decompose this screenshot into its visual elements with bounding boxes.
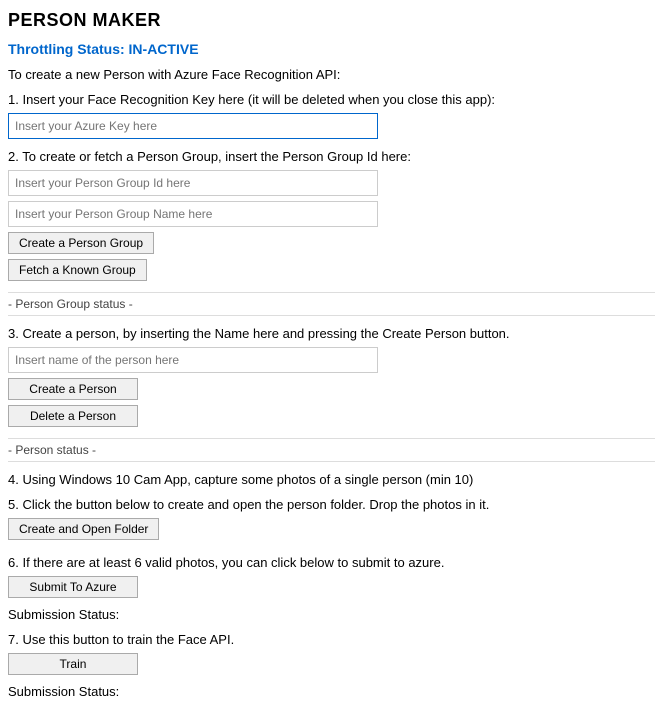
- step7-label: 7. Use this button to train the Face API…: [8, 632, 655, 647]
- step6-label: 6. If there are at least 6 valid photos,…: [8, 555, 655, 570]
- step5-label: 5. Click the button below to create and …: [8, 497, 655, 512]
- create-open-folder-button[interactable]: Create and Open Folder: [8, 518, 159, 540]
- intro-text: To create a new Person with Azure Face R…: [8, 67, 655, 82]
- throttling-status: Throttling Status: IN-ACTIVE: [8, 41, 655, 57]
- fetch-known-group-button[interactable]: Fetch a Known Group: [8, 259, 147, 281]
- delete-person-button[interactable]: Delete a Person: [8, 405, 138, 427]
- step1-label: 1. Insert your Face Recognition Key here…: [8, 92, 655, 107]
- person-name-input[interactable]: [8, 347, 378, 373]
- step3-label: 3. Create a person, by inserting the Nam…: [8, 326, 655, 341]
- person-status: - Person status -: [8, 438, 655, 462]
- person-group-name-input[interactable]: [8, 201, 378, 227]
- train-button[interactable]: Train: [8, 653, 138, 675]
- azure-key-input[interactable]: [8, 113, 378, 139]
- create-person-button[interactable]: Create a Person: [8, 378, 138, 400]
- person-group-id-input[interactable]: [8, 170, 378, 196]
- create-person-group-button[interactable]: Create a Person Group: [8, 232, 154, 254]
- app-title: PERSON MAKER: [8, 10, 655, 31]
- step4-label: 4. Using Windows 10 Cam App, capture som…: [8, 472, 655, 487]
- step6-submission-status-label: Submission Status:: [8, 607, 655, 622]
- submit-to-azure-button[interactable]: Submit To Azure: [8, 576, 138, 598]
- person-group-status: - Person Group status -: [8, 292, 655, 316]
- step2-label: 2. To create or fetch a Person Group, in…: [8, 149, 655, 164]
- step7-submission-status-label: Submission Status:: [8, 684, 655, 699]
